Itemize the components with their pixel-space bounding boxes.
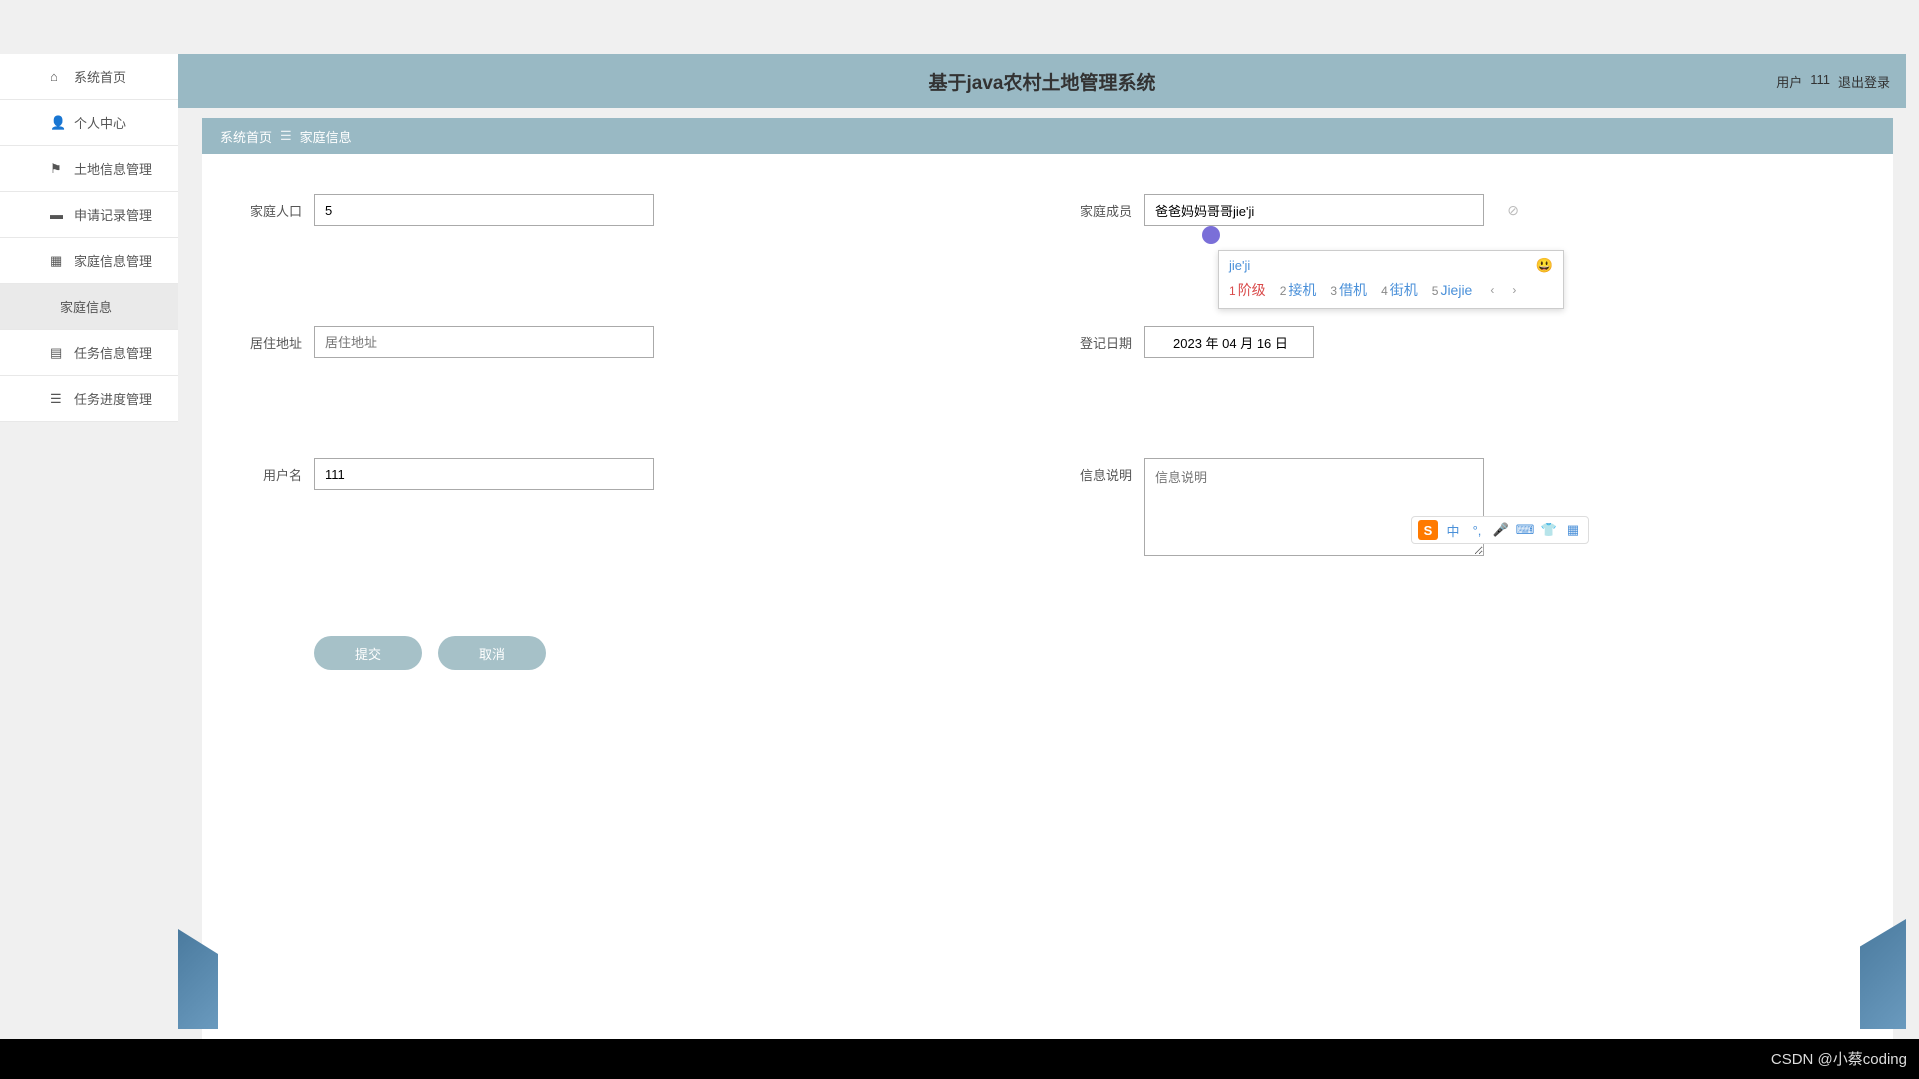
ime-cursor-marker [1202, 226, 1220, 244]
grid2-icon: ▤ [50, 346, 64, 360]
clear-icon[interactable]: ⊘ [1507, 202, 1519, 219]
sidebar-item-label: 个人中心 [74, 113, 126, 132]
ime-logo-icon[interactable]: S [1418, 520, 1438, 540]
list-icon: ☰ [50, 392, 64, 406]
username-label: 用户名 [232, 458, 302, 484]
ime-keyboard-icon[interactable]: ⌨ [1516, 521, 1534, 539]
sidebar-item-task[interactable]: ▤ 任务信息管理 [0, 330, 178, 376]
sidebar-item-profile[interactable]: 👤 个人中心 [0, 100, 178, 146]
form-group-population: 家庭人口 [232, 194, 862, 226]
user-name[interactable]: 111 [1810, 72, 1830, 91]
ime-emoji-icon[interactable]: 😃 [1536, 257, 1553, 274]
form-group-members: 家庭成员 ⊘ [1062, 194, 1484, 226]
ime-punct-icon[interactable]: °, [1468, 521, 1486, 539]
sidebar-item-label: 任务信息管理 [74, 343, 152, 362]
ime-skin-icon[interactable]: 👕 [1540, 521, 1558, 539]
sidebar-item-label: 土地信息管理 [74, 159, 152, 178]
sidebar-item-family-mgmt[interactable]: ▦ 家庭信息管理 [0, 238, 178, 284]
ime-candidate-5[interactable]: 5Jiejie [1432, 282, 1473, 298]
date-input[interactable] [1144, 326, 1314, 358]
ime-candidate-3[interactable]: 3借机 [1330, 280, 1367, 300]
ime-popup: jie'ji 😃 1阶级 2接机 3借机 4街机 5Jiejie ‹ › [1218, 250, 1564, 309]
sidebar-item-label: 申请记录管理 [74, 205, 152, 224]
watermark-bar [0, 1039, 1919, 1079]
ime-next-icon[interactable]: › [1512, 283, 1516, 297]
grid-icon: ▦ [50, 254, 64, 268]
briefcase-icon: ▬ [50, 208, 64, 222]
form-group-username: 用户名 [232, 458, 862, 556]
ime-lang-button[interactable]: 中 [1444, 521, 1462, 539]
breadcrumb: 系统首页 ☰ 家庭信息 [202, 118, 1893, 154]
sidebar-item-label: 任务进度管理 [74, 389, 152, 408]
cancel-button[interactable]: 取消 [438, 636, 546, 670]
ime-candidate-4[interactable]: 4街机 [1381, 280, 1418, 300]
app-title: 基于java农村土地管理系统 [929, 68, 1156, 95]
sidebar: ⌂ 系统首页 👤 个人中心 ⚑ 土地信息管理 ▬ 申请记录管理 ▦ 家庭信息管理… [0, 54, 178, 422]
logout-link[interactable]: 退出登录 [1838, 72, 1890, 91]
main-content: 家庭人口 家庭成员 ⊘ 居住地址 登记日期 📅 用户名 [202, 154, 1893, 1079]
population-input[interactable] [314, 194, 654, 226]
form-actions: 提交 取消 [314, 636, 1863, 670]
watermark-text: CSDN @小蔡coding [1771, 1048, 1907, 1069]
sidebar-item-progress[interactable]: ☰ 任务进度管理 [0, 376, 178, 422]
date-label: 登记日期 [1062, 326, 1132, 352]
submit-button[interactable]: 提交 [314, 636, 422, 670]
ime-typed-text: jie'ji [1229, 258, 1250, 273]
flag-icon: ⚑ [50, 162, 64, 176]
sidebar-item-label: 系统首页 [74, 67, 126, 86]
form-group-date: 登记日期 📅 [1062, 326, 1314, 358]
ime-candidate-1[interactable]: 1阶级 [1229, 280, 1266, 300]
address-input[interactable] [314, 326, 654, 358]
breadcrumb-separator: ☰ [280, 128, 292, 144]
population-label: 家庭人口 [232, 194, 302, 220]
breadcrumb-current: 家庭信息 [300, 127, 352, 146]
ime-tools-icon[interactable]: ▦ [1564, 521, 1582, 539]
sidebar-item-land[interactable]: ⚑ 土地信息管理 [0, 146, 178, 192]
sidebar-item-application[interactable]: ▬ 申请记录管理 [0, 192, 178, 238]
members-label: 家庭成员 [1062, 194, 1132, 220]
sidebar-item-label: 家庭信息管理 [74, 251, 152, 270]
sidebar-item-home[interactable]: ⌂ 系统首页 [0, 54, 178, 100]
header-bar: 基于java农村土地管理系统 用户 111 退出登录 [178, 54, 1906, 108]
ime-toolbar: S 中 °, 🎤 ⌨ 👕 ▦ [1411, 516, 1589, 544]
user-icon: 👤 [50, 116, 64, 130]
address-label: 居住地址 [232, 326, 302, 352]
ime-candidates: 1阶级 2接机 3借机 4街机 5Jiejie ‹ › [1219, 276, 1563, 308]
home-icon: ⌂ [50, 70, 64, 84]
form-group-address: 居住地址 [232, 326, 862, 358]
ime-prev-icon[interactable]: ‹ [1490, 283, 1494, 297]
sidebar-item-label: 家庭信息 [60, 297, 112, 316]
ime-mic-icon[interactable]: 🎤 [1492, 521, 1510, 539]
user-label: 用户 [1776, 72, 1802, 91]
info-label: 信息说明 [1062, 458, 1132, 484]
members-input[interactable] [1144, 194, 1484, 226]
header-right: 用户 111 退出登录 [1776, 72, 1890, 91]
username-input[interactable] [314, 458, 654, 490]
breadcrumb-home[interactable]: 系统首页 [220, 127, 272, 146]
sidebar-item-family-info[interactable]: 家庭信息 [0, 284, 178, 330]
ime-candidate-2[interactable]: 2接机 [1280, 280, 1317, 300]
